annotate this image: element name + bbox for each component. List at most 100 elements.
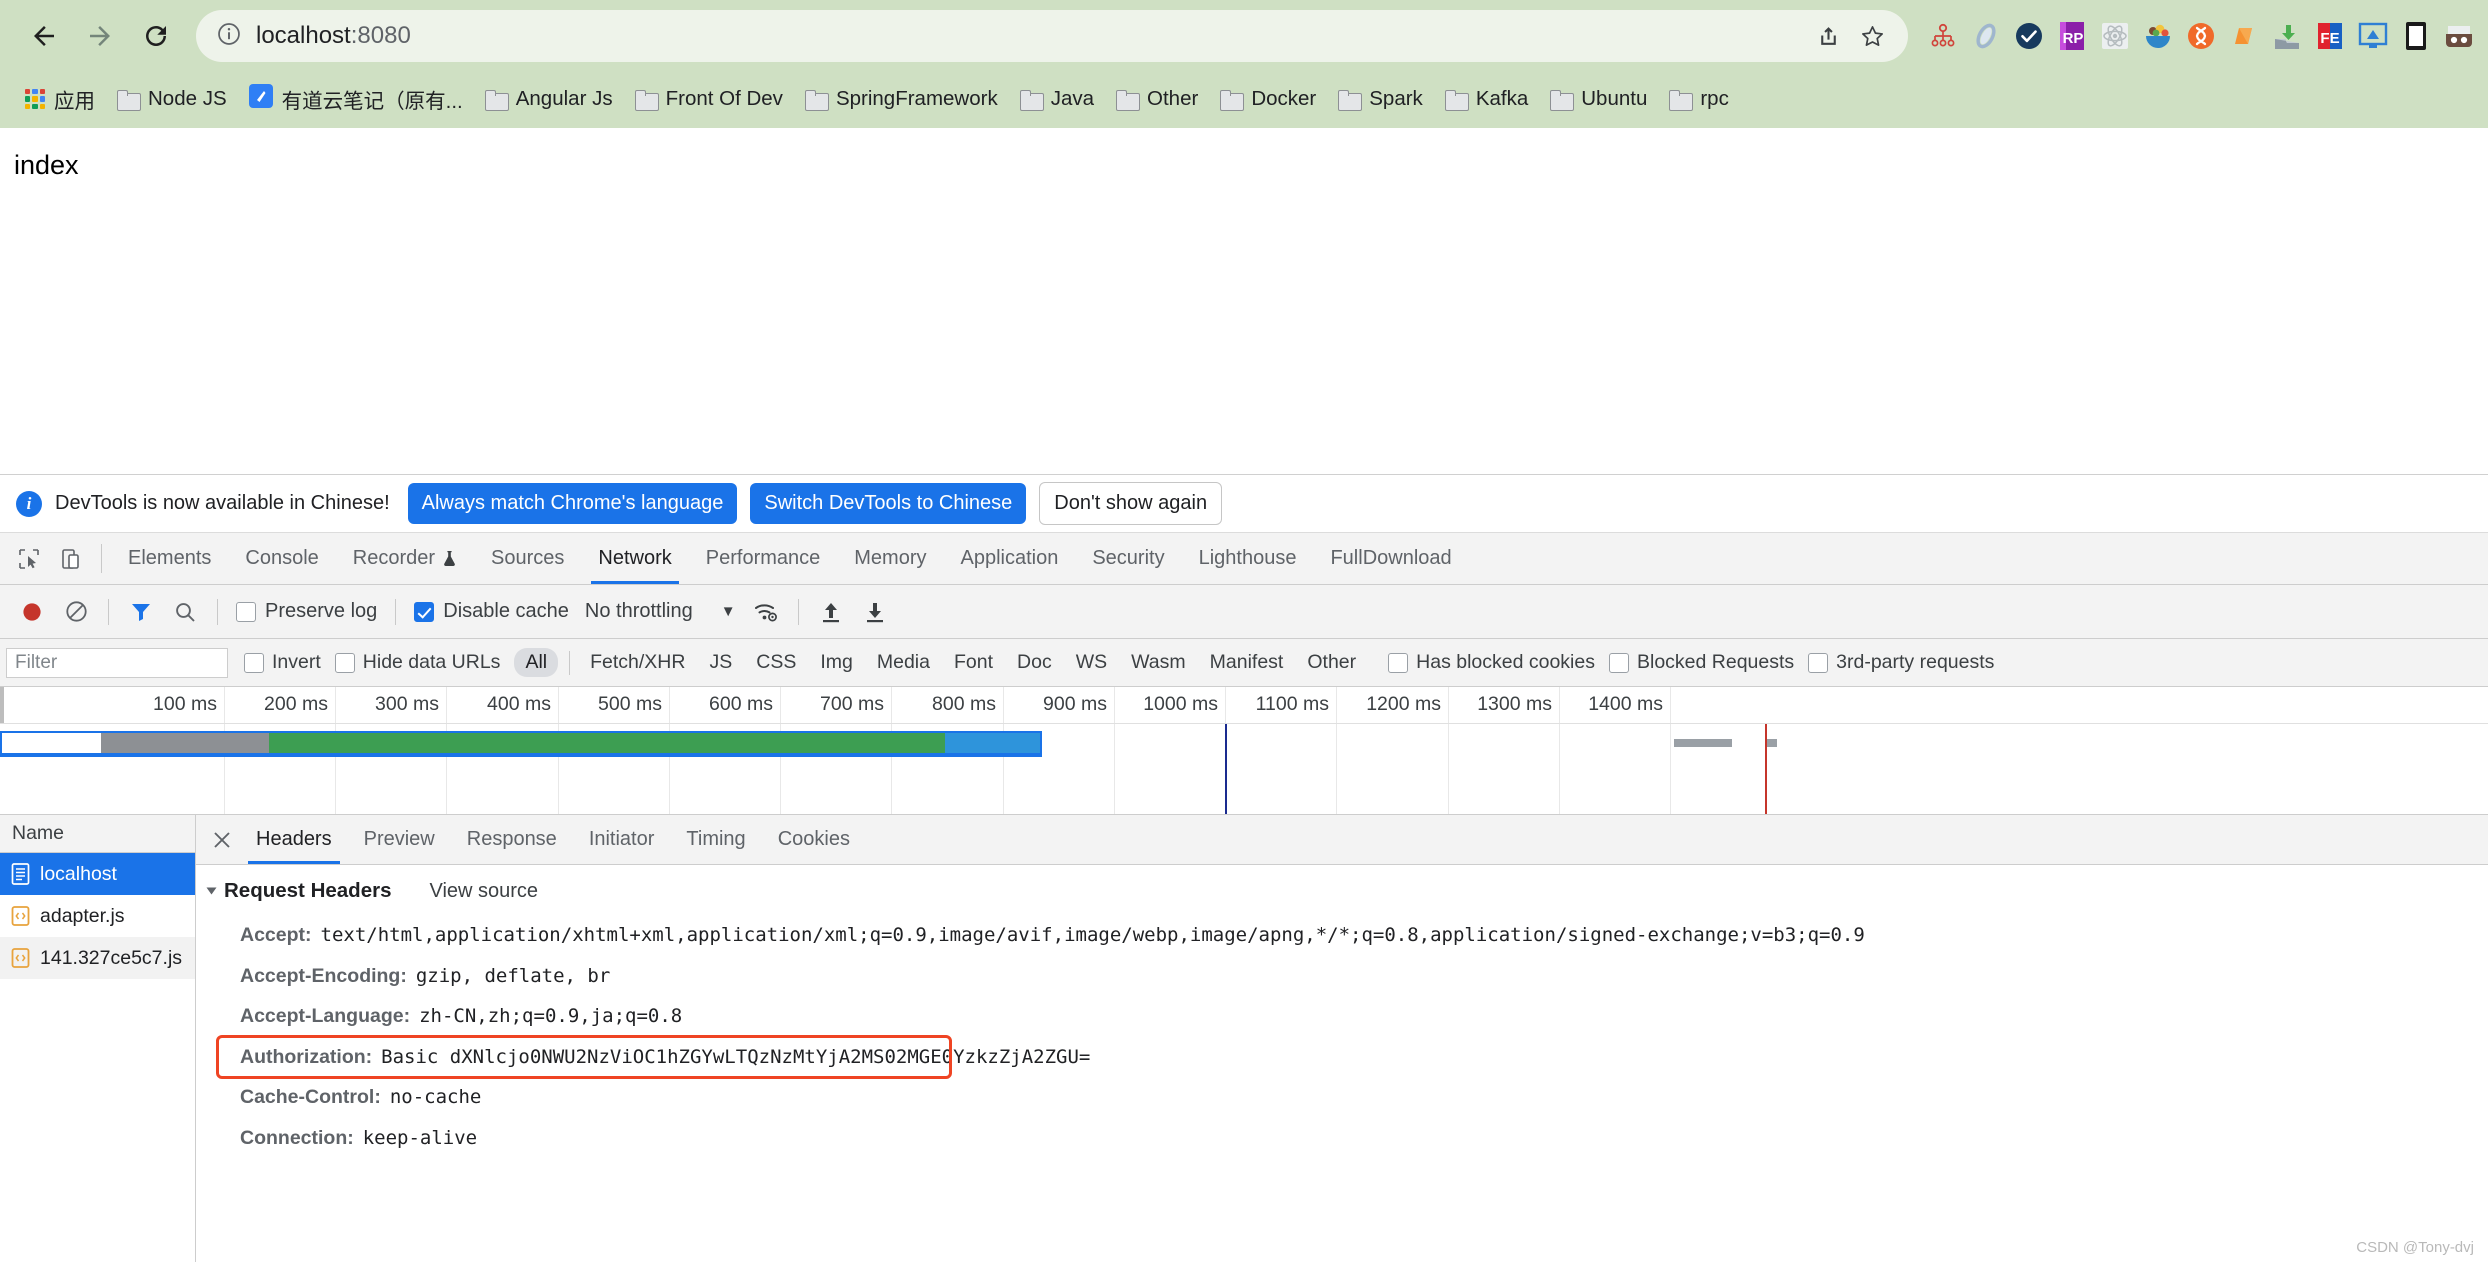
type-filter-all[interactable]: All — [514, 648, 559, 677]
tab-lighthouse[interactable]: Lighthouse — [1182, 533, 1314, 584]
request-row-141-327ce5c7-js[interactable]: 141.327ce5c7.js — [0, 937, 195, 979]
bookmark-star-button[interactable] — [1850, 14, 1894, 58]
switch-devtools-chinese-button[interactable]: Switch DevTools to Chinese — [750, 483, 1027, 524]
bookmark-spark[interactable]: Spark — [1327, 82, 1434, 116]
bookmark-springframework[interactable]: SpringFramework — [794, 82, 1009, 116]
export-har-button[interactable] — [853, 590, 897, 634]
timeline-segment-content-download — [269, 733, 945, 753]
sitemap-icon[interactable] — [1926, 19, 1960, 53]
network-timeline-overview[interactable]: 100 ms 200 ms 300 ms 400 ms 500 ms 600 m… — [0, 687, 2488, 815]
view-source-link[interactable]: View source — [429, 880, 538, 903]
request-row-localhost[interactable]: localhost — [0, 853, 195, 895]
detail-tab-response[interactable]: Response — [451, 815, 573, 864]
type-filter-font[interactable]: Font — [943, 648, 1004, 677]
forward-button[interactable] — [74, 10, 126, 62]
type-filter-js[interactable]: JS — [698, 648, 743, 677]
detail-tab-timing[interactable]: Timing — [670, 815, 761, 864]
type-filter-css[interactable]: CSS — [745, 648, 807, 677]
request-list-column-header[interactable]: Name — [0, 815, 195, 853]
forward-arrow-icon — [90, 26, 110, 46]
bookmark-rpc[interactable]: rpc — [1658, 82, 1739, 116]
bookmark-apps[interactable]: 应用 — [14, 79, 106, 119]
has-blocked-cookies-checkbox[interactable]: Has blocked cookies — [1388, 651, 1595, 674]
monitor-icon[interactable] — [2356, 19, 2390, 53]
bowl-icon[interactable] — [2141, 19, 2175, 53]
back-button[interactable] — [18, 10, 70, 62]
bookmark-kafka[interactable]: Kafka — [1434, 82, 1539, 116]
folder-icon — [1669, 89, 1694, 111]
address-bar[interactable]: localhost:8080 — [196, 10, 1908, 62]
rp-icon[interactable]: RP — [2055, 19, 2089, 53]
parallelogram-icon[interactable] — [2227, 19, 2261, 53]
search-button[interactable] — [163, 590, 207, 634]
loop-icon[interactable] — [1969, 19, 2003, 53]
request-headers-section-header[interactable]: Request Headers View source — [196, 879, 2488, 903]
detail-tab-preview[interactable]: Preview — [348, 815, 451, 864]
type-filter-fetch-xhr[interactable]: Fetch/XHR — [579, 648, 696, 677]
orange-circle-icon[interactable] — [2184, 19, 2218, 53]
bookmark-java[interactable]: Java — [1009, 82, 1105, 116]
tab-memory[interactable]: Memory — [837, 533, 943, 584]
tab-network[interactable]: Network — [581, 533, 688, 584]
share-button[interactable] — [1806, 14, 1850, 58]
type-filter-media[interactable]: Media — [866, 648, 941, 677]
site-info-icon[interactable] — [216, 21, 242, 52]
bookmark-youdao[interactable]: 有道云笔记（原有... — [238, 79, 474, 119]
tab-performance[interactable]: Performance — [689, 533, 838, 584]
detail-tab-cookies[interactable]: Cookies — [762, 815, 866, 864]
network-conditions-button[interactable] — [744, 590, 788, 634]
react-atom-icon[interactable] — [2098, 19, 2132, 53]
inspect-element-button[interactable] — [8, 533, 50, 584]
type-filter-img[interactable]: Img — [809, 648, 864, 677]
bookmark-front-of-dev[interactable]: Front Of Dev — [624, 82, 794, 116]
detail-tab-initiator[interactable]: Initiator — [573, 815, 671, 864]
bookmark-angular-js[interactable]: Angular Js — [474, 82, 624, 116]
type-filter-manifest[interactable]: Manifest — [1199, 648, 1295, 677]
device-toolbar-button[interactable] — [50, 533, 92, 584]
tab-recorder[interactable]: Recorder — [336, 533, 474, 584]
tab-label: Application — [960, 547, 1059, 569]
bookmark-label: SpringFramework — [835, 87, 998, 110]
mask-icon[interactable] — [2442, 19, 2476, 53]
bookmark-other[interactable]: Other — [1105, 82, 1209, 116]
type-filter-doc[interactable]: Doc — [1006, 648, 1063, 677]
third-party-requests-checkbox[interactable]: 3rd-party requests — [1808, 651, 1994, 674]
tab-console[interactable]: Console — [228, 533, 335, 584]
mobile-icon[interactable] — [2399, 19, 2433, 53]
tab-sources[interactable]: Sources — [474, 533, 581, 584]
tab-fulldownload[interactable]: FullDownload — [1313, 533, 1468, 584]
reload-button[interactable] — [130, 10, 182, 62]
throttling-select[interactable]: No throttling ▼ — [577, 600, 744, 623]
import-har-button[interactable] — [809, 590, 853, 634]
record-button[interactable] — [10, 590, 54, 634]
detail-tab-headers[interactable]: Headers — [240, 815, 348, 864]
hide-data-urls-checkbox[interactable]: Hide data URLs — [334, 651, 500, 674]
disable-cache-checkbox[interactable]: Disable cache — [406, 600, 577, 623]
tab-label: Initiator — [588, 828, 655, 850]
bookmark-docker[interactable]: Docker — [1209, 82, 1327, 116]
download-tray-icon[interactable] — [2270, 19, 2304, 53]
url-port: :8080 — [350, 22, 411, 49]
bookmark-node-js[interactable]: Node JS — [106, 82, 238, 116]
header-name: Cache-Control: — [240, 1086, 381, 1109]
type-filter-other[interactable]: Other — [1296, 648, 1367, 677]
fe-icon[interactable]: FE — [2313, 19, 2347, 53]
tab-security[interactable]: Security — [1075, 533, 1181, 584]
filter-toggle-button[interactable] — [119, 590, 163, 634]
type-filter-wasm[interactable]: Wasm — [1120, 648, 1197, 677]
close-detail-button[interactable] — [204, 815, 240, 864]
filter-input[interactable] — [6, 647, 228, 678]
preserve-log-checkbox[interactable]: Preserve log — [228, 600, 385, 623]
always-match-language-button[interactable]: Always match Chrome's language — [407, 483, 738, 524]
type-filter-ws[interactable]: WS — [1065, 648, 1118, 677]
bookmark-ubuntu[interactable]: Ubuntu — [1539, 82, 1658, 116]
clear-button[interactable] — [54, 590, 98, 634]
blocked-requests-checkbox[interactable]: Blocked Requests — [1608, 651, 1794, 674]
request-row-adapter-js[interactable]: adapter.js — [0, 895, 195, 937]
dont-show-again-button[interactable]: Don't show again — [1039, 482, 1223, 525]
tab-application[interactable]: Application — [944, 533, 1076, 584]
chevron-down-icon[interactable] — [206, 887, 217, 895]
invert-checkbox[interactable]: Invert — [244, 651, 321, 674]
tab-elements[interactable]: Elements — [111, 533, 228, 584]
check-circle-icon[interactable] — [2012, 19, 2046, 53]
